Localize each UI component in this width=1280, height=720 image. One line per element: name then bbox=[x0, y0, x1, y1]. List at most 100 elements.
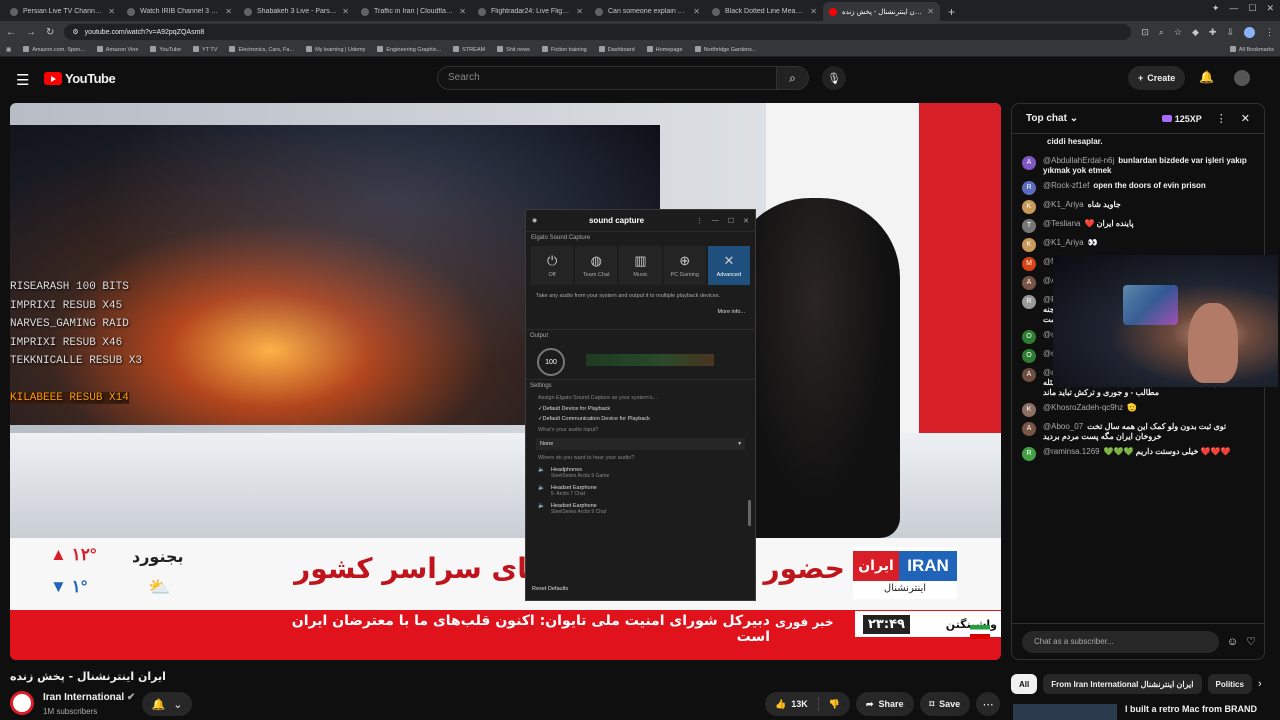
video-player[interactable]: RISEARASH 100 BITS IMPRIXI RESUB X45 NAR… bbox=[10, 103, 1001, 660]
all-bookmarks[interactable]: All Bookmarks bbox=[1230, 46, 1274, 53]
mode-music[interactable]: ▥ Music bbox=[619, 246, 662, 285]
chat-author-avatar[interactable]: A bbox=[1022, 422, 1036, 436]
notifications-bell-icon[interactable]: 🔔 bbox=[1199, 70, 1214, 84]
chat-author-avatar[interactable]: A bbox=[1022, 368, 1036, 382]
bookmark-item[interactable]: YT TV bbox=[193, 46, 217, 53]
top-chat-dropdown[interactable]: Top chat ⌄ bbox=[1026, 113, 1156, 124]
bookmark-item[interactable]: STREAM bbox=[453, 46, 485, 53]
close-icon[interactable]: ✕ bbox=[743, 217, 749, 225]
reset-defaults-button[interactable]: Reset Defaults bbox=[532, 586, 568, 592]
channel-name[interactable]: Iran International ✔ bbox=[43, 692, 135, 703]
forward-icon[interactable]: → bbox=[26, 27, 36, 38]
emoji-icon[interactable]: ☺ bbox=[1227, 636, 1238, 648]
chat-author-avatar[interactable]: R bbox=[1022, 447, 1036, 461]
extension-icon[interactable]: ◆ bbox=[1192, 27, 1199, 38]
close-tab-icon[interactable]: ✕ bbox=[108, 7, 115, 16]
back-icon[interactable]: ← bbox=[6, 27, 16, 38]
chat-author-avatar[interactable]: M bbox=[1022, 257, 1036, 271]
chat-author-avatar[interactable]: O bbox=[1022, 349, 1036, 363]
chat-author-avatar[interactable]: T bbox=[1022, 219, 1036, 233]
reload-icon[interactable]: ↻ bbox=[46, 27, 54, 38]
maximize-icon[interactable]: ☐ bbox=[1248, 3, 1256, 14]
more-actions-button[interactable]: ⋯ bbox=[976, 692, 1001, 716]
browser-tab[interactable]: Traffic in Iran | Cloudflare Radar✕ bbox=[355, 2, 472, 21]
more-info-link[interactable]: More info... bbox=[707, 309, 745, 315]
bookmark-item[interactable]: Dashboard bbox=[599, 46, 635, 53]
bookmark-item[interactable]: Engineering Graphic... bbox=[377, 46, 441, 53]
browser-tab[interactable]: Persian Live TV Channels | Nog✕ bbox=[4, 2, 121, 21]
volume-knob[interactable]: 100 bbox=[537, 348, 565, 376]
mode-advanced[interactable]: ✕ Advanced bbox=[707, 246, 751, 285]
dislike-button[interactable]: 👎 bbox=[819, 699, 850, 710]
close-tab-icon[interactable]: ✕ bbox=[576, 7, 583, 16]
bookmark-item[interactable]: Northridge Gardens... bbox=[695, 46, 757, 53]
bookmark-item[interactable]: Amazon.com. Spen... bbox=[23, 46, 85, 53]
bookmark-item[interactable]: Shit news bbox=[497, 46, 530, 53]
chat-author[interactable]: @K1_Ariya bbox=[1043, 200, 1084, 209]
close-window-icon[interactable]: ✕ bbox=[1266, 3, 1274, 14]
voice-search-button[interactable]: 🎙 bbox=[822, 66, 846, 90]
chat-author[interactable]: @raminsa.1269 bbox=[1043, 447, 1100, 456]
heart-icon[interactable]: ♡ bbox=[1246, 635, 1256, 648]
hamburger-menu-icon[interactable]: ☰ bbox=[16, 71, 29, 89]
downloads-icon[interactable]: ⇩ bbox=[1226, 27, 1234, 38]
chip-politics[interactable]: Politics bbox=[1207, 674, 1252, 694]
save-button[interactable]: ⌑ Save bbox=[919, 692, 971, 716]
browser-tab[interactable]: Watch IRIB Channel 3 Live | No✕ bbox=[121, 2, 238, 21]
search-input[interactable]: Search bbox=[437, 66, 777, 90]
output-device-item[interactable]: 🔈 Headset Earphone SteelSeries Arctis 9 Ch… bbox=[526, 500, 755, 518]
bookmark-item[interactable]: Amazon Vine bbox=[97, 46, 139, 53]
default-communication-checkbox[interactable]: Default Communication Device for Playbac… bbox=[526, 414, 755, 424]
channel-avatar[interactable] bbox=[10, 691, 34, 715]
menu-kebab-icon[interactable]: ⋮ bbox=[1265, 27, 1274, 38]
new-tab-button[interactable]: + bbox=[940, 2, 963, 21]
chat-author-avatar[interactable]: R bbox=[1022, 181, 1036, 195]
bookmark-item[interactable]: Fiction training bbox=[542, 46, 587, 53]
chat-author[interactable]: @Rock-zf1ef bbox=[1043, 181, 1089, 190]
share-button[interactable]: ➦ Share bbox=[855, 692, 914, 716]
tab-search-icon[interactable]: ✦ bbox=[1212, 3, 1220, 14]
output-device-item[interactable]: 🔈 Headphones SteelSeries Arctis 9 Game bbox=[526, 464, 755, 482]
recommended-video[interactable]: I built a retro Mac from BRAND bbox=[1013, 704, 1269, 720]
close-tab-icon[interactable]: ✕ bbox=[225, 7, 232, 16]
apps-icon[interactable]: ▦ bbox=[6, 47, 11, 53]
chat-author-avatar[interactable]: K bbox=[1022, 200, 1036, 214]
browser-tab[interactable]: Flightradar24: Live Flight Track✕ bbox=[472, 2, 589, 21]
browser-tab-active[interactable]: ایران اینترنشنال - پخش زنده ✕ bbox=[823, 2, 940, 21]
chat-input[interactable]: Chat as a subscriber... bbox=[1022, 630, 1219, 653]
bookmark-star-icon[interactable]: ☆ bbox=[1174, 27, 1182, 38]
close-tab-icon[interactable]: ✕ bbox=[459, 7, 466, 16]
youtube-logo[interactable]: YouTube bbox=[44, 71, 116, 86]
minimize-icon[interactable]: — bbox=[1229, 3, 1238, 14]
zoom-icon[interactable]: ⌕ bbox=[1159, 27, 1164, 38]
close-tab-icon[interactable]: ✕ bbox=[342, 7, 349, 16]
install-icon[interactable]: ⊡ bbox=[1141, 27, 1149, 38]
minimize-icon[interactable]: — bbox=[712, 217, 719, 225]
mode-pc-gaming[interactable]: ⊕ PC Gaming bbox=[663, 246, 706, 285]
bookmark-item[interactable]: Electronics, Cars, Fa... bbox=[229, 46, 294, 53]
browser-tab[interactable]: Can someone explain what the✕ bbox=[589, 2, 706, 21]
maximize-icon[interactable]: ☐ bbox=[728, 217, 734, 225]
create-button[interactable]: + Create bbox=[1128, 66, 1186, 90]
close-tab-icon[interactable]: ✕ bbox=[927, 7, 934, 16]
close-icon[interactable]: ✕ bbox=[1241, 112, 1250, 125]
url-field[interactable]: ⚙ youtube.com/watch?v=A92pqZQAsm8 bbox=[64, 24, 1132, 40]
bookmark-item[interactable]: Homepage bbox=[647, 46, 683, 53]
search-button[interactable]: ⌕ bbox=[776, 66, 809, 90]
browser-tab[interactable]: Shabakeh 3 Live - Parsa TV ✕ bbox=[238, 2, 355, 21]
site-info-icon[interactable]: ⚙ bbox=[72, 28, 78, 36]
chat-author-avatar[interactable]: O bbox=[1022, 330, 1036, 344]
xp-badge[interactable]: 125XP bbox=[1162, 114, 1202, 124]
chat-author-avatar[interactable]: K bbox=[1022, 403, 1036, 417]
chat-author[interactable]: @AbdullahErdal-n6j bbox=[1043, 156, 1114, 165]
browser-tab[interactable]: Black Dotted Line Meaning ✕ bbox=[706, 2, 823, 21]
chevron-right-icon[interactable]: › bbox=[1258, 678, 1262, 690]
chat-author-avatar[interactable]: K bbox=[1022, 238, 1036, 252]
close-tab-icon[interactable]: ✕ bbox=[810, 7, 817, 16]
chat-author[interactable]: @K1_Ariya bbox=[1043, 238, 1084, 247]
chat-author[interactable]: @KhosroZadeh-qc9hz bbox=[1043, 403, 1123, 412]
user-avatar[interactable] bbox=[1234, 70, 1250, 86]
chat-author-avatar[interactable]: A bbox=[1022, 276, 1036, 290]
kebab-icon[interactable]: ⋮ bbox=[696, 217, 703, 225]
audio-input-select[interactable]: None ▾ bbox=[536, 438, 745, 450]
